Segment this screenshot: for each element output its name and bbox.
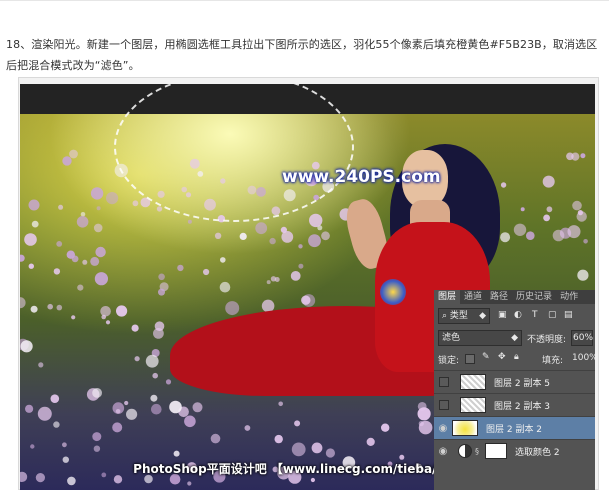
site-watermark: www.240PS.com <box>282 167 441 187</box>
lock-position-icon[interactable]: ✥ <box>498 352 506 362</box>
flower-brooch <box>380 279 406 305</box>
fill-label: 填充: <box>542 356 564 366</box>
opacity-input[interactable]: 60% <box>571 330 593 346</box>
layer-mask-thumbnail[interactable] <box>485 443 507 459</box>
tab-layers[interactable]: 图层 <box>434 290 461 304</box>
layers-panel: 图层 通道 路径 历史记录 动作 ⌕ 类型 ◆ ▣ ◐ T ▢ ▤ 滤色 ◆ 不… <box>434 290 595 490</box>
lock-transparent-pixels-icon[interactable] <box>465 354 475 364</box>
lock-all-icon[interactable]: 🔒︎ <box>514 352 519 362</box>
adjustment-filter-icon[interactable]: ◐ <box>514 310 522 320</box>
layer-name: 图层 2 副本 2 <box>486 424 543 435</box>
lock-image-pixels-icon[interactable]: ✎ <box>482 352 490 362</box>
blend-mode-value: 滤色 <box>442 333 461 343</box>
type-filter-icon[interactable]: T <box>532 310 538 320</box>
blend-row: 滤色 ◆ 不透明度: 60% <box>434 328 595 348</box>
tab-actions[interactable]: 动作 <box>556 290 582 304</box>
filter-row: ⌕ 类型 ◆ ▣ ◐ T ▢ ▤ <box>434 306 595 326</box>
layer-thumbnail <box>452 420 478 436</box>
fill-value[interactable]: 100% <box>572 353 595 363</box>
layer-row-active[interactable]: ◉ 图层 2 副本 2 <box>434 416 595 439</box>
eye-icon[interactable]: ◉ <box>434 423 452 434</box>
tab-channels[interactable]: 通道 <box>460 290 486 304</box>
search-icon: ⌕ <box>442 311 448 321</box>
filter-kind-select[interactable]: ⌕ 类型 ◆ <box>438 308 490 324</box>
layer-row[interactable]: 图层 2 副本 3 <box>434 393 595 416</box>
smart-object-filter-icon[interactable]: ▤ <box>564 310 573 320</box>
layer-thumbnail <box>460 397 486 413</box>
pixel-filter-icon[interactable]: ▣ <box>498 310 507 320</box>
lock-label: 锁定: <box>438 356 460 366</box>
top-divider <box>0 0 609 1</box>
tutorial-step-text: 18、渲染阳光。新建一个图层，用椭圆选框工具拉出下图所示的选区，羽化55个像素后… <box>6 38 598 72</box>
filter-kind-value: 类型 <box>449 311 468 321</box>
opacity-value: 60% <box>573 333 594 343</box>
layer-row[interactable]: ◉ § 选取颜色 2 <box>434 439 595 462</box>
layer-row[interactable]: 图层 2 副本 5 <box>434 370 595 393</box>
layer-name: 图层 2 副本 5 <box>494 378 551 389</box>
panel-tabs: 图层 通道 路径 历史记录 动作 <box>434 290 595 304</box>
tab-paths[interactable]: 路径 <box>486 290 512 304</box>
lock-row: 锁定: ✎ ✥ 🔒︎ 填充: 100% <box>434 349 595 369</box>
blend-mode-select[interactable]: 滤色 ◆ <box>438 330 522 346</box>
tab-history[interactable]: 历史记录 <box>512 290 556 304</box>
adjustment-layer-icon <box>458 444 472 458</box>
opacity-label: 不透明度: <box>527 335 567 345</box>
chevron-down-icon: ◆ <box>511 333 518 343</box>
visibility-toggle[interactable] <box>439 400 449 410</box>
shape-filter-icon[interactable]: ▢ <box>548 310 557 320</box>
chevron-down-icon: ◆ <box>479 311 486 321</box>
layer-name: 图层 2 副本 3 <box>494 401 551 412</box>
link-icon: § <box>475 446 479 456</box>
layer-name: 选取颜色 2 <box>515 447 560 458</box>
layer-thumbnail <box>460 374 486 390</box>
visibility-toggle[interactable] <box>439 377 449 387</box>
eye-icon[interactable]: ◉ <box>434 446 452 457</box>
